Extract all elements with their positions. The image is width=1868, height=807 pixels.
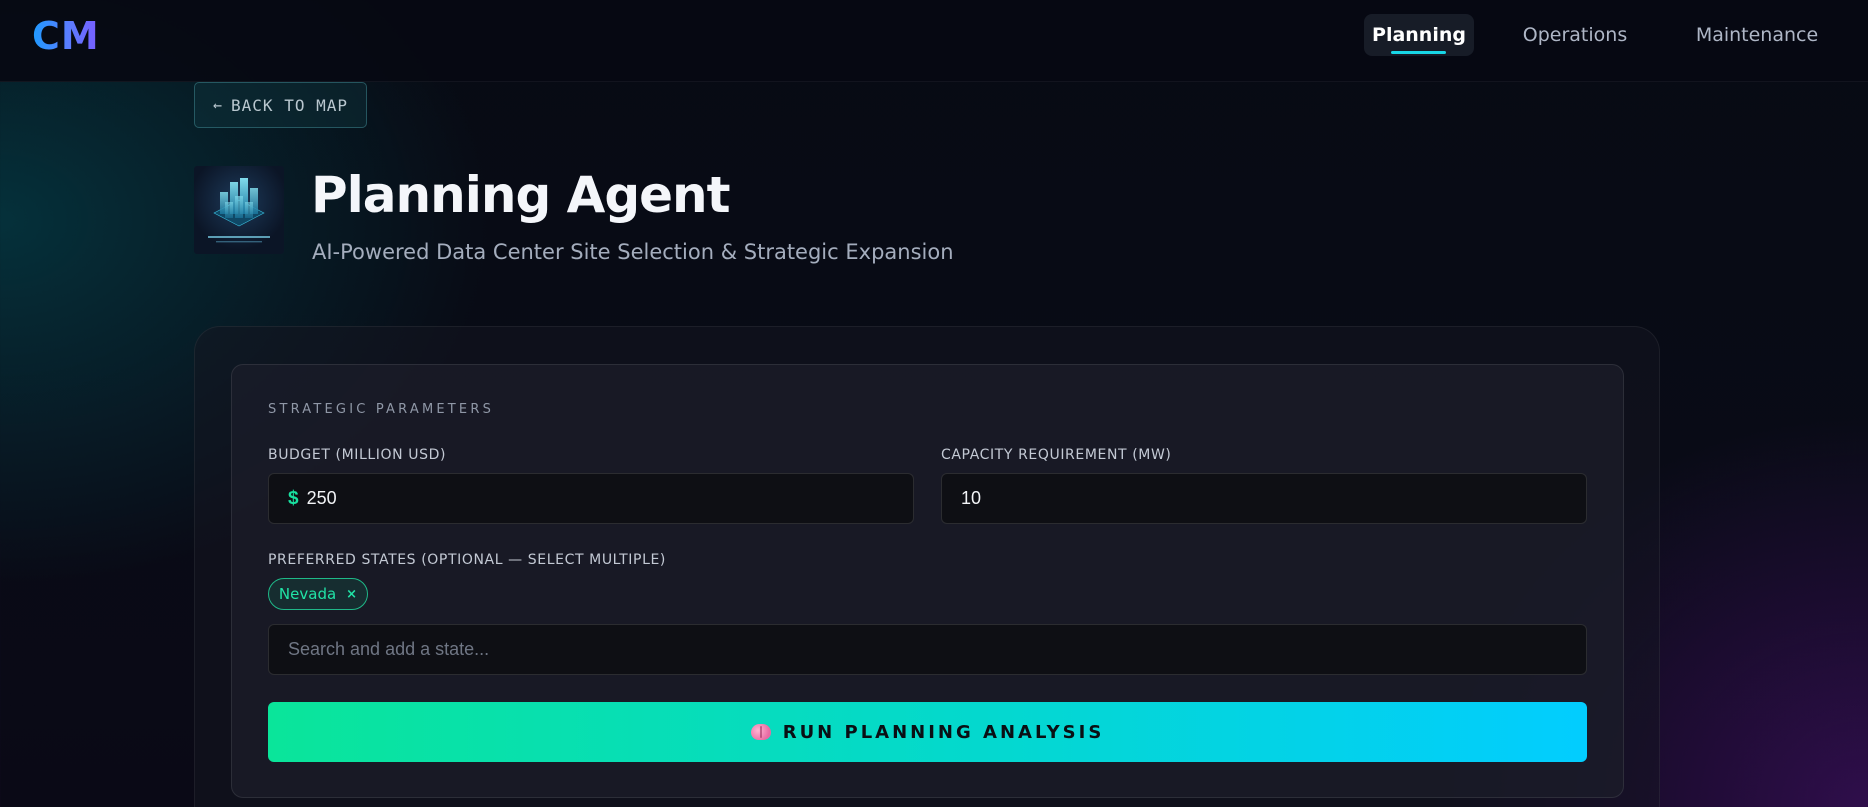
run-button-label: RUN PLANNING ANALYSIS xyxy=(782,721,1105,743)
nav-tab-maintenance[interactable]: Maintenance xyxy=(1684,14,1830,56)
capacity-value: 10 xyxy=(961,488,982,508)
section-title: STRATEGIC PARAMETERS xyxy=(268,402,495,417)
page-subtitle: AI-Powered Data Center Site Selection & … xyxy=(312,240,954,264)
nav-tab-operations[interactable]: Operations xyxy=(1512,14,1638,56)
back-to-map-button[interactable]: ← BACK TO MAP xyxy=(194,82,367,128)
budget-label: BUDGET (MILLION USD) xyxy=(268,447,447,463)
data-center-network-image xyxy=(194,166,284,254)
capacity-label: CAPACITY REQUIREMENT (MW) xyxy=(941,447,1172,463)
nav-tab-label: Operations xyxy=(1522,24,1628,46)
nav-tab-planning[interactable]: Planning xyxy=(1364,14,1474,56)
budget-input[interactable]: $ 250 xyxy=(268,473,914,524)
dollar-icon: $ xyxy=(288,487,299,509)
run-planning-analysis-button[interactable]: RUN PLANNING ANALYSIS xyxy=(268,702,1587,762)
state-chip-nevada[interactable]: Nevada × xyxy=(268,578,368,610)
nav-tab-label: Maintenance xyxy=(1695,24,1819,46)
state-chip-label: Nevada xyxy=(278,585,337,603)
active-tab-indicator xyxy=(1391,51,1446,54)
top-navigation-bar: CM Planning Operations Maintenance xyxy=(0,0,1868,82)
nav-tab-label: Planning xyxy=(1372,24,1466,46)
budget-value: 250 xyxy=(306,488,337,508)
page-title: Planning Agent xyxy=(311,166,731,224)
remove-chip-icon[interactable]: × xyxy=(346,587,357,602)
state-search-input[interactable] xyxy=(268,624,1587,675)
preferred-states-label: PREFERRED STATES (OPTIONAL — SELECT MULT… xyxy=(268,552,666,568)
brain-icon xyxy=(750,724,771,740)
capacity-input[interactable]: 10 xyxy=(941,473,1587,524)
back-button-label: BACK TO MAP xyxy=(231,95,348,115)
main-nav: Planning Operations Maintenance xyxy=(0,14,1868,56)
isometric-towers-graphic xyxy=(208,178,270,243)
arrow-left-icon: ← xyxy=(213,96,224,114)
